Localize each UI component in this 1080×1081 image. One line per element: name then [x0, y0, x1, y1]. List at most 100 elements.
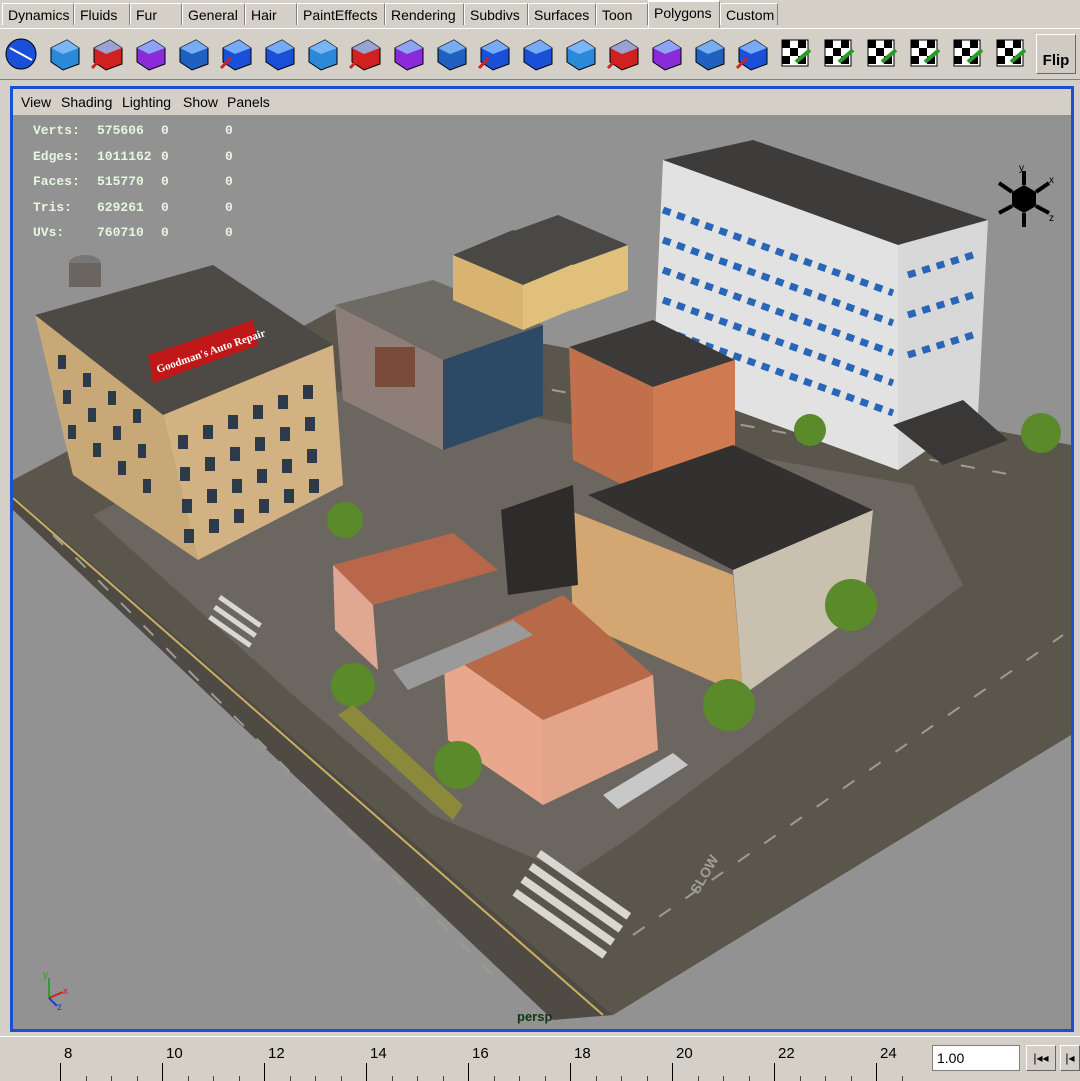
append-polygon-icon[interactable]: [389, 34, 427, 74]
timeline-tick-label: 18: [574, 1045, 591, 1062]
timeline-minor-tick: [417, 1076, 418, 1081]
sculpt-icon[interactable]: [432, 34, 470, 74]
move-uvs-icon[interactable]: [862, 34, 900, 74]
timeline-tick-label: 20: [676, 1045, 693, 1062]
timeline-minor-tick: [748, 1076, 750, 1081]
viewport-menu-bar: View Shading Lighting Show Panels: [13, 89, 1071, 115]
smooth-icon[interactable]: [475, 34, 513, 74]
layout-uvs-icon[interactable]: [905, 34, 943, 74]
camera-label: persp: [517, 1009, 553, 1024]
step-back-button[interactable]: |◂◂: [1026, 1045, 1056, 1071]
uv-texture-editor-icon[interactable]: [776, 34, 814, 74]
timeline-major-tick: [774, 1063, 775, 1081]
timeline-minor-tick: [697, 1076, 699, 1081]
time-slider[interactable]: 1.00 |◂◂ |◂ 8 10 12 14 16 18 20 22 24: [0, 1036, 1080, 1081]
timeline-major-tick: [366, 1063, 367, 1081]
timeline-major-tick: [468, 1063, 469, 1081]
viewport-scene[interactable]: Goodman's Auto Repair SLOW Verts: 575606…: [13, 115, 1071, 1029]
shelf-tab-bar: Dynamics Fluids Fur General Hair PaintEffects…: [0, 0, 1080, 28]
timeline-minor-tick: [850, 1076, 852, 1081]
tab-rendering[interactable]: Rendering: [385, 3, 464, 25]
svg-text:z: z: [1049, 213, 1054, 224]
timeline-minor-tick: [901, 1076, 903, 1081]
timeline-minor-tick: [595, 1076, 597, 1081]
timeline-tick-label: 8: [64, 1045, 73, 1062]
timeline-tick-label: 14: [370, 1045, 387, 1062]
svg-text:y: y: [1019, 163, 1024, 174]
perspective-viewport-panel: View Shading Lighting Show Panels Goodma…: [10, 86, 1074, 1032]
timeline-tick-label: 10: [166, 1045, 183, 1062]
current-frame-field[interactable]: 1.00: [932, 1045, 1020, 1071]
timeline-tick-label: 12: [268, 1045, 285, 1062]
timeline-minor-tick: [289, 1076, 291, 1081]
polygon-shelf: Flip: [0, 28, 1080, 80]
poly-cylinder-icon[interactable]: [88, 34, 126, 74]
menu-lighting[interactable]: Lighting: [122, 89, 171, 115]
timeline-minor-tick: [391, 1076, 393, 1081]
timeline-major-tick: [162, 1063, 163, 1081]
tab-dynamics[interactable]: Dynamics: [2, 3, 74, 25]
timeline-minor-tick: [85, 1076, 87, 1081]
timeline-tick-label: 16: [472, 1045, 489, 1062]
go-to-start-button[interactable]: |◂: [1060, 1045, 1080, 1071]
tab-general[interactable]: General: [182, 3, 245, 25]
tab-hair[interactable]: Hair: [245, 3, 297, 25]
planar-mapping-icon[interactable]: [647, 34, 685, 74]
menu-show[interactable]: Show: [183, 89, 218, 115]
create-polygon-tool-icon[interactable]: [131, 34, 169, 74]
poly-sphere-icon[interactable]: [2, 34, 40, 74]
timeline-minor-tick: [621, 1076, 622, 1081]
extrude-edge-icon[interactable]: [303, 34, 341, 74]
timeline-minor-tick: [315, 1076, 316, 1081]
timeline-minor-tick: [136, 1076, 138, 1081]
timeline-minor-tick: [111, 1076, 112, 1081]
timeline-minor-tick: [340, 1076, 342, 1081]
quadrangulate-icon[interactable]: [561, 34, 599, 74]
tab-surfaces[interactable]: Surfaces: [528, 3, 596, 25]
view-axis-compass[interactable]: y x z: [991, 163, 1057, 233]
svg-text:x: x: [63, 986, 68, 997]
timeline-minor-tick: [646, 1076, 648, 1081]
extrude-face-icon[interactable]: [174, 34, 212, 74]
timeline-minor-tick: [493, 1076, 495, 1081]
triangulate-icon[interactable]: [518, 34, 556, 74]
menu-view[interactable]: View: [21, 89, 51, 115]
tab-fluids[interactable]: Fluids: [74, 3, 130, 25]
tab-fur[interactable]: Fur: [130, 3, 182, 25]
subdivide-icon[interactable]: [604, 34, 642, 74]
timeline-tick-label: 22: [778, 1045, 795, 1062]
tab-toon[interactable]: Toon: [596, 3, 648, 25]
flip-button[interactable]: Flip: [1036, 34, 1076, 74]
timeline-minor-tick: [238, 1076, 240, 1081]
timeline-major-tick: [264, 1063, 265, 1081]
split-polygon-icon[interactable]: [217, 34, 255, 74]
tab-painteffects[interactable]: PaintEffects: [297, 3, 385, 25]
svg-text:x: x: [1049, 175, 1054, 186]
menu-panels[interactable]: Panels: [227, 89, 270, 115]
tab-polygons[interactable]: Polygons: [648, 0, 720, 28]
cylindrical-mapping-icon[interactable]: [690, 34, 728, 74]
merge-vertices-icon[interactable]: [260, 34, 298, 74]
timeline-major-tick: [672, 1063, 673, 1081]
bevel-icon[interactable]: [346, 34, 384, 74]
svg-text:z: z: [57, 1002, 62, 1010]
tab-custom[interactable]: Custom: [720, 3, 778, 25]
timeline-minor-tick: [544, 1076, 546, 1081]
timeline-major-tick: [876, 1063, 877, 1081]
spherical-mapping-icon[interactable]: [733, 34, 771, 74]
timeline-minor-tick: [723, 1076, 724, 1081]
automatic-mapping-icon[interactable]: [819, 34, 857, 74]
city-block-render: Goodman's Auto Repair SLOW: [13, 140, 1071, 1020]
timeline-minor-tick: [825, 1076, 826, 1081]
tab-subdivs[interactable]: Subdivs: [464, 3, 528, 25]
svg-text:y: y: [43, 970, 48, 981]
timeline-major-tick: [60, 1063, 61, 1081]
cut-uvs-icon[interactable]: [991, 34, 1029, 74]
timeline-minor-tick: [187, 1076, 189, 1081]
timeline-major-tick: [570, 1063, 571, 1081]
poly-cube-icon[interactable]: [45, 34, 83, 74]
unfold-uvs-icon[interactable]: [948, 34, 986, 74]
timeline-minor-tick: [213, 1076, 214, 1081]
menu-shading[interactable]: Shading: [61, 89, 112, 115]
world-axis-indicator: y x z: [43, 970, 68, 1010]
